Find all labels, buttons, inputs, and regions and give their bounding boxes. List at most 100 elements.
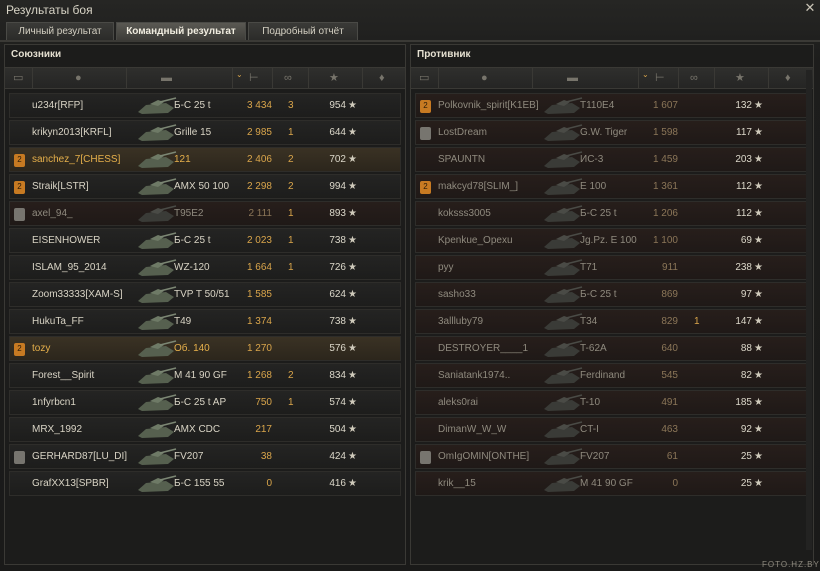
- player-row[interactable]: DimanW_W_W CT-I 463 92 ★: [415, 417, 809, 442]
- platoon-badge: 2: [14, 343, 25, 356]
- xp-column-header[interactable]: ★: [715, 68, 769, 88]
- damage-column-header[interactable]: ⊢ ⌄: [639, 68, 679, 88]
- watermark: FOTO.HZ.BY: [762, 560, 820, 569]
- close-icon[interactable]: ✕: [803, 1, 817, 15]
- player-row[interactable]: 3allluby79 T34 829 1 147 ★: [415, 309, 809, 334]
- player-row[interactable]: ISLAM_95_2014 WZ-120 1 664 1 726 ★: [9, 255, 401, 280]
- xp-value: 25: [740, 451, 752, 462]
- player-name: Forest__Spirit: [32, 370, 95, 381]
- vehicle-icon: [544, 367, 583, 384]
- vehicle-name: T110E4: [580, 100, 615, 111]
- vehicle-icon: [544, 259, 583, 276]
- player-name: sanchez_7[CHESS]: [32, 154, 121, 165]
- player-row[interactable]: SPAUNTN ИС-3 1 459 203 ★: [415, 147, 809, 172]
- player-name: tozy: [32, 343, 51, 354]
- vehicle-name: Б-С 25 t AP: [174, 397, 227, 408]
- player-row[interactable]: pyy T71 911 238 ★: [415, 255, 809, 280]
- player-row[interactable]: 2 Straik[LSTR] AMX 50 100 2 298 2 994 ★: [9, 174, 401, 199]
- vehicle-icon: [138, 313, 177, 330]
- vehicle-column-header[interactable]: ▬: [127, 68, 233, 88]
- vehicle-name: Б-С 155 55: [174, 478, 225, 489]
- damage-value: 640: [661, 343, 678, 354]
- damage-column-header[interactable]: ⊢ ⌄: [233, 68, 273, 88]
- player-name: SPAUNTN: [438, 154, 486, 165]
- star-icon: ★: [348, 370, 357, 381]
- damage-value: 2 023: [246, 235, 272, 246]
- star-icon: ★: [348, 154, 357, 165]
- player-row[interactable]: 2 tozy Об. 140 1 270 576 ★: [9, 336, 401, 361]
- player-row[interactable]: krik__15 M 41 90 GF 0 25 ★: [415, 471, 809, 496]
- player-column-header[interactable]: ●: [439, 68, 533, 88]
- vehicle-icon: [138, 259, 177, 276]
- player-row[interactable]: DESTROYER____1 T-62A 640 88 ★: [415, 336, 809, 361]
- player-row[interactable]: u234r[RFP] Б-С 25 t 3 434 3 954 ★: [9, 93, 401, 118]
- player-row[interactable]: 2 makcyd78[SLIM_] E 100 1 361 112 ★: [415, 174, 809, 199]
- vehicle-name: 121: [174, 154, 191, 165]
- player-row[interactable]: OmIgOMIN[ONTHE] FV207 61 25 ★: [415, 444, 809, 469]
- star-icon: ★: [754, 100, 763, 111]
- star-icon: ★: [348, 289, 357, 300]
- player-row[interactable]: GrafXX13[SPBR] Б-С 155 55 0 416 ★: [9, 471, 401, 496]
- xp-value: 893: [329, 208, 346, 219]
- vehicle-icon: [138, 178, 177, 195]
- player-row[interactable]: Zoom33333[XAM-S] TVP T 50/51 1 585 624 ★: [9, 282, 401, 307]
- player-row[interactable]: 1nfyrbcn1 Б-С 25 t AP 750 1 574 ★: [9, 390, 401, 415]
- xp-column-header[interactable]: ★: [309, 68, 363, 88]
- medal-icon: ♦: [379, 72, 385, 84]
- damage-value: 1 206: [652, 208, 678, 219]
- player-row[interactable]: Forest__Spirit M 41 90 GF 1 268 2 834 ★: [9, 363, 401, 388]
- kills-column-header[interactable]: ∞: [273, 68, 309, 88]
- vehicle-name: CT-I: [580, 424, 599, 435]
- vehicle-icon: [544, 286, 583, 303]
- vehicle-column-header[interactable]: ▬: [533, 68, 639, 88]
- vehicle-name: E 100: [580, 181, 607, 192]
- player-row[interactable]: MRX_1992 AMX CDC 217 504 ★: [9, 417, 401, 442]
- player-row[interactable]: Saniatank1974.. Ferdinand 545 82 ★: [415, 363, 809, 388]
- xp-value: 238: [735, 262, 752, 273]
- player-row[interactable]: 2 Polkovnik_spirit[K1EB] T110E4 1 607 132 ★: [415, 93, 809, 118]
- xp-value: 624: [329, 289, 346, 300]
- player-row[interactable]: axel_94_ T95E2 2 111 1 893 ★: [9, 201, 401, 226]
- kills-value: 1: [288, 208, 294, 219]
- player-row[interactable]: GERHARD87[LU_DI] FV207 38 424 ★: [9, 444, 401, 469]
- damage-value: 829: [661, 316, 678, 327]
- player-row[interactable]: EISENHOWER Б-С 25 t 2 023 1 738 ★: [9, 228, 401, 253]
- tab-divider: [0, 40, 820, 42]
- kills-column-header[interactable]: ∞: [679, 68, 715, 88]
- kills-value: 2: [288, 370, 294, 381]
- player-row[interactable]: LostDream G.W. Tiger 1 598 117 ★: [415, 120, 809, 145]
- player-column-header[interactable]: ●: [33, 68, 127, 88]
- player-row[interactable]: Kpenkue_Opexu Jg.Pz. E 100 1 100 69 ★: [415, 228, 809, 253]
- kills-value: 1: [288, 235, 294, 246]
- player-row[interactable]: 2 sanchez_7[CHESS] 121 2 406 2 702 ★: [9, 147, 401, 172]
- vehicle-icon: [544, 205, 583, 222]
- damage-value: 545: [661, 370, 678, 381]
- tab-team-result[interactable]: Командный результат: [116, 22, 246, 40]
- player-row[interactable]: aleks0rai T-10 491 185 ★: [415, 390, 809, 415]
- xp-value: 424: [329, 451, 346, 462]
- player-name: GERHARD87[LU_DI]: [32, 451, 128, 462]
- xp-value: 132: [735, 100, 752, 111]
- player-row[interactable]: sasho33 Б-С 25 t 869 97 ★: [415, 282, 809, 307]
- xp-value: 92: [740, 424, 752, 435]
- tab-detailed-report[interactable]: Подробный отчёт: [248, 22, 358, 40]
- vehicle-name: Ferdinand: [580, 370, 626, 381]
- tab-bar: Личный результат Командный результат Под…: [6, 22, 814, 40]
- player-name: Zoom33333[XAM-S]: [32, 289, 123, 300]
- division-icon: [420, 127, 431, 140]
- platoon-column-header[interactable]: ▭: [411, 68, 439, 88]
- medal-column-header[interactable]: ♦: [363, 68, 405, 88]
- player-row[interactable]: krikyn2013[KRFL] Grille 15 2 985 1 644 ★: [9, 120, 401, 145]
- player-row[interactable]: HukuTa_FF T49 1 374 738 ★: [9, 309, 401, 334]
- star-icon: ★: [754, 424, 763, 435]
- player-name: Kpenkue_Opexu: [438, 235, 513, 246]
- xp-value: 147: [735, 316, 752, 327]
- platoon-column-header[interactable]: ▭: [5, 68, 33, 88]
- vehicle-name: FV207: [580, 451, 610, 462]
- tab-personal-result[interactable]: Личный результат: [6, 22, 114, 40]
- enemies-title: Противник: [417, 49, 471, 60]
- scrollbar[interactable]: [806, 70, 812, 550]
- damage-value: 1 270: [246, 343, 272, 354]
- damage-value: 2 985: [246, 127, 272, 138]
- player-row[interactable]: koksss3005 Б-С 25 t 1 206 112 ★: [415, 201, 809, 226]
